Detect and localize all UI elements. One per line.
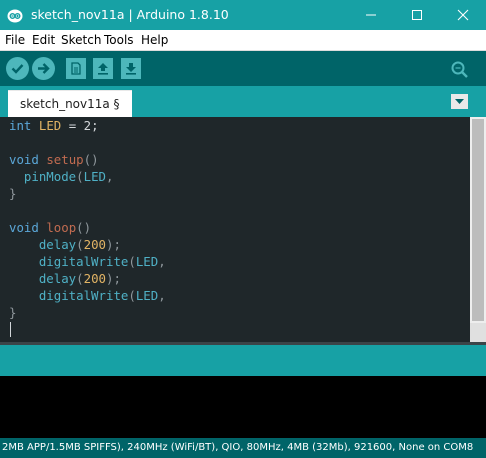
code-token: void <box>9 152 39 167</box>
tab-bar: sketch_nov11a § <box>0 86 486 117</box>
code-token: loop <box>46 220 77 235</box>
code-token: = 2; <box>61 118 99 133</box>
menu-bar: File Edit Sketch Tools Help <box>0 30 486 51</box>
code-token: int <box>9 118 32 133</box>
code-line-4: pinMode(LED, <box>9 168 114 185</box>
upload-icon <box>38 63 50 74</box>
editor-scrollbar[interactable] <box>470 117 486 342</box>
code-token: digitalWrite <box>38 254 129 269</box>
code-token: () <box>76 220 92 235</box>
status-text: 2MB APP/1.5MB SPIFFS), 240MHz (WiFi/BT),… <box>2 442 473 453</box>
menu-edit[interactable]: Edit <box>32 33 55 47</box>
status-board-config: MB APP/1.5MB SPIFFS), 240MHz (WiFi/BT), … <box>8 442 474 453</box>
code-token: LED <box>135 254 159 269</box>
tab-menu-button[interactable] <box>451 94 468 109</box>
open-icon <box>98 63 108 75</box>
save-button[interactable] <box>121 58 141 79</box>
code-token: LED <box>83 169 106 184</box>
close-button[interactable] <box>440 0 486 30</box>
code-token: 200 <box>83 237 107 252</box>
menu-file[interactable]: File <box>5 33 25 47</box>
code-token: () <box>83 152 99 167</box>
code-line-5: } <box>9 185 16 202</box>
code-token: , <box>158 254 166 269</box>
serial-monitor-button[interactable] <box>448 58 470 80</box>
menu-help[interactable]: Help <box>141 33 168 47</box>
code-token: ( <box>76 271 84 286</box>
serial-monitor-icon <box>451 61 468 78</box>
code-token: delay <box>38 237 77 252</box>
code-line-7: void loop() <box>9 219 91 236</box>
open-button[interactable] <box>93 58 113 79</box>
code-token: ); <box>106 271 121 286</box>
close-icon <box>457 9 469 21</box>
code-token: } <box>9 305 17 320</box>
new-icon <box>71 62 81 75</box>
code-line-3: void setup() <box>9 151 99 168</box>
menu-tools[interactable]: Tools <box>104 33 134 47</box>
scrollbar-thumb[interactable] <box>472 119 484 321</box>
message-area <box>0 345 486 376</box>
code-token: ( <box>128 288 136 303</box>
code-token: 200 <box>83 271 107 286</box>
text-caret <box>10 322 11 337</box>
new-button[interactable] <box>66 58 86 79</box>
title-bar: sketch_nov11a | Arduino 1.8.10 <box>0 0 486 30</box>
chevron-down-icon <box>455 99 464 104</box>
code-token: LED <box>135 288 159 303</box>
code-token: delay <box>38 271 77 286</box>
window-title: sketch_nov11a | Arduino 1.8.10 <box>31 7 229 22</box>
maximize-icon <box>412 10 422 20</box>
code-token: , <box>106 169 114 184</box>
code-line-8: delay(200); <box>9 236 121 253</box>
code-line-10: delay(200); <box>9 270 121 287</box>
toolbar <box>0 51 486 86</box>
code-token: ( <box>76 169 84 184</box>
code-token: , <box>158 288 166 303</box>
minimize-icon <box>366 14 376 16</box>
save-icon <box>126 63 136 75</box>
tab-sketch[interactable]: sketch_nov11a § <box>8 90 132 117</box>
scrollbar-corner <box>470 323 486 342</box>
code-line-1: int LED = 2; <box>9 117 99 134</box>
minimize-button[interactable] <box>348 0 394 30</box>
code-token: ); <box>106 237 121 252</box>
upload-button[interactable] <box>32 57 55 80</box>
code-line-12: } <box>9 304 16 321</box>
code-token: ( <box>76 237 84 252</box>
code-editor[interactable]: int LED = 2; void setup() pinMode(LED, }… <box>0 117 470 342</box>
code-token: pinMode <box>23 169 77 184</box>
code-token: void <box>9 220 39 235</box>
arduino-logo-icon <box>7 8 23 23</box>
maximize-button[interactable] <box>394 0 440 30</box>
code-token: ( <box>128 254 136 269</box>
code-token: LED <box>38 118 62 133</box>
code-line-11: digitalWrite(LED, <box>9 287 166 304</box>
verify-button[interactable] <box>6 57 29 80</box>
code-line-9: digitalWrite(LED, <box>9 253 166 270</box>
code-token: } <box>9 186 17 201</box>
code-token: setup <box>46 152 84 167</box>
verify-icon <box>11 64 24 74</box>
menu-sketch[interactable]: Sketch <box>61 33 101 47</box>
code-token: digitalWrite <box>38 288 129 303</box>
output-console[interactable] <box>0 376 486 438</box>
